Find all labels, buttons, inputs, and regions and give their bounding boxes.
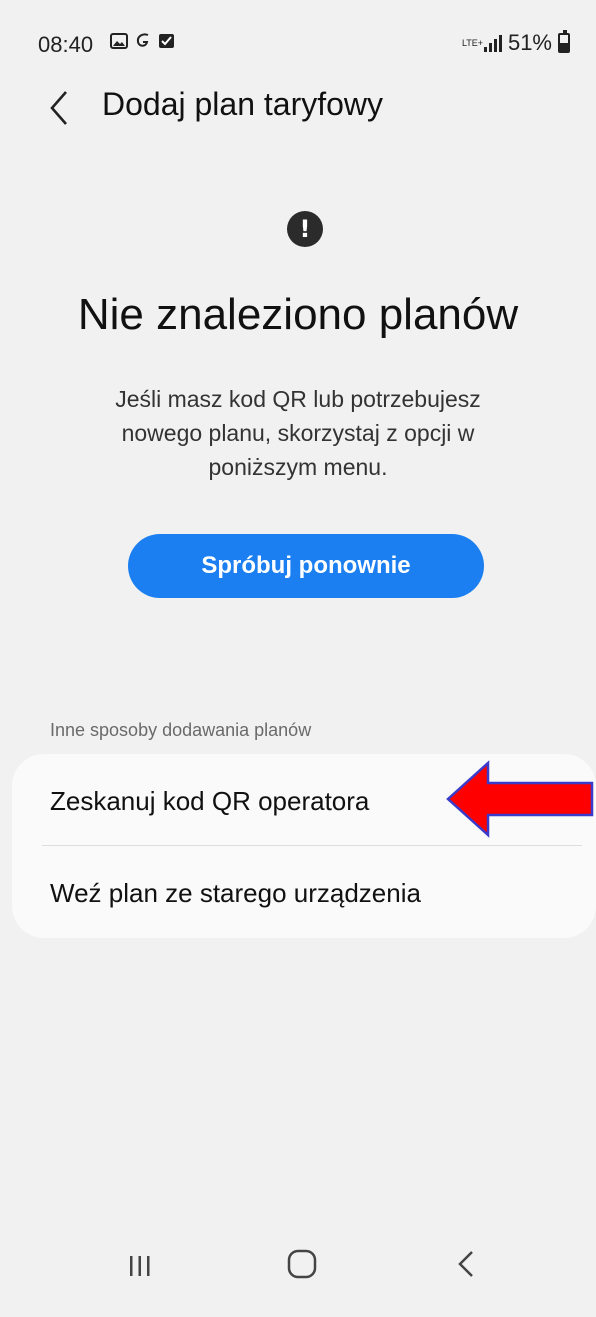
red-arrow-annotation (446, 760, 594, 838)
battery-icon (558, 30, 570, 53)
exclamation-icon: ! (287, 211, 323, 247)
status-bar: 08:40 LTE+ 51% (0, 0, 596, 90)
status-time: 08:40 (38, 32, 94, 57)
section-label: Inne sposoby dodawania planów (50, 720, 312, 740)
screen: 08:40 LTE+ 51% Dodaj plan taryfowy ! Nie… (0, 0, 596, 1317)
checkbox-icon (159, 34, 174, 48)
transfer-plan-option[interactable]: Weź plan ze starego urządzenia (12, 846, 596, 938)
empty-state-title: Nie znaleziono planów (77, 290, 519, 339)
gallery-icon (110, 33, 128, 49)
empty-state-description: Jeśli masz kod QR lub potrzebujesz noweg… (115, 386, 481, 480)
back-icon[interactable] (450, 1246, 486, 1282)
signal-icon (483, 34, 502, 52)
option-label: Weź plan ze starego urządzenia (50, 878, 421, 908)
script-g-icon (136, 33, 149, 47)
status-right: LTE+ 51% (462, 30, 570, 56)
app-header: Dodaj plan taryfowy (0, 80, 596, 140)
option-label: Zeskanuj kod QR operatora (50, 786, 370, 816)
retry-button[interactable]: Spróbuj ponownie (128, 534, 484, 598)
navigation-bar (0, 1240, 596, 1317)
chevron-left-icon[interactable] (44, 84, 76, 132)
recents-icon[interactable] (124, 1250, 156, 1282)
notification-icons (110, 32, 176, 50)
lte-indicator: LTE+ (461, 37, 484, 48)
home-icon[interactable] (284, 1246, 320, 1282)
battery-percent: 51% (507, 30, 552, 55)
page-title: Dodaj plan taryfowy (102, 86, 384, 122)
